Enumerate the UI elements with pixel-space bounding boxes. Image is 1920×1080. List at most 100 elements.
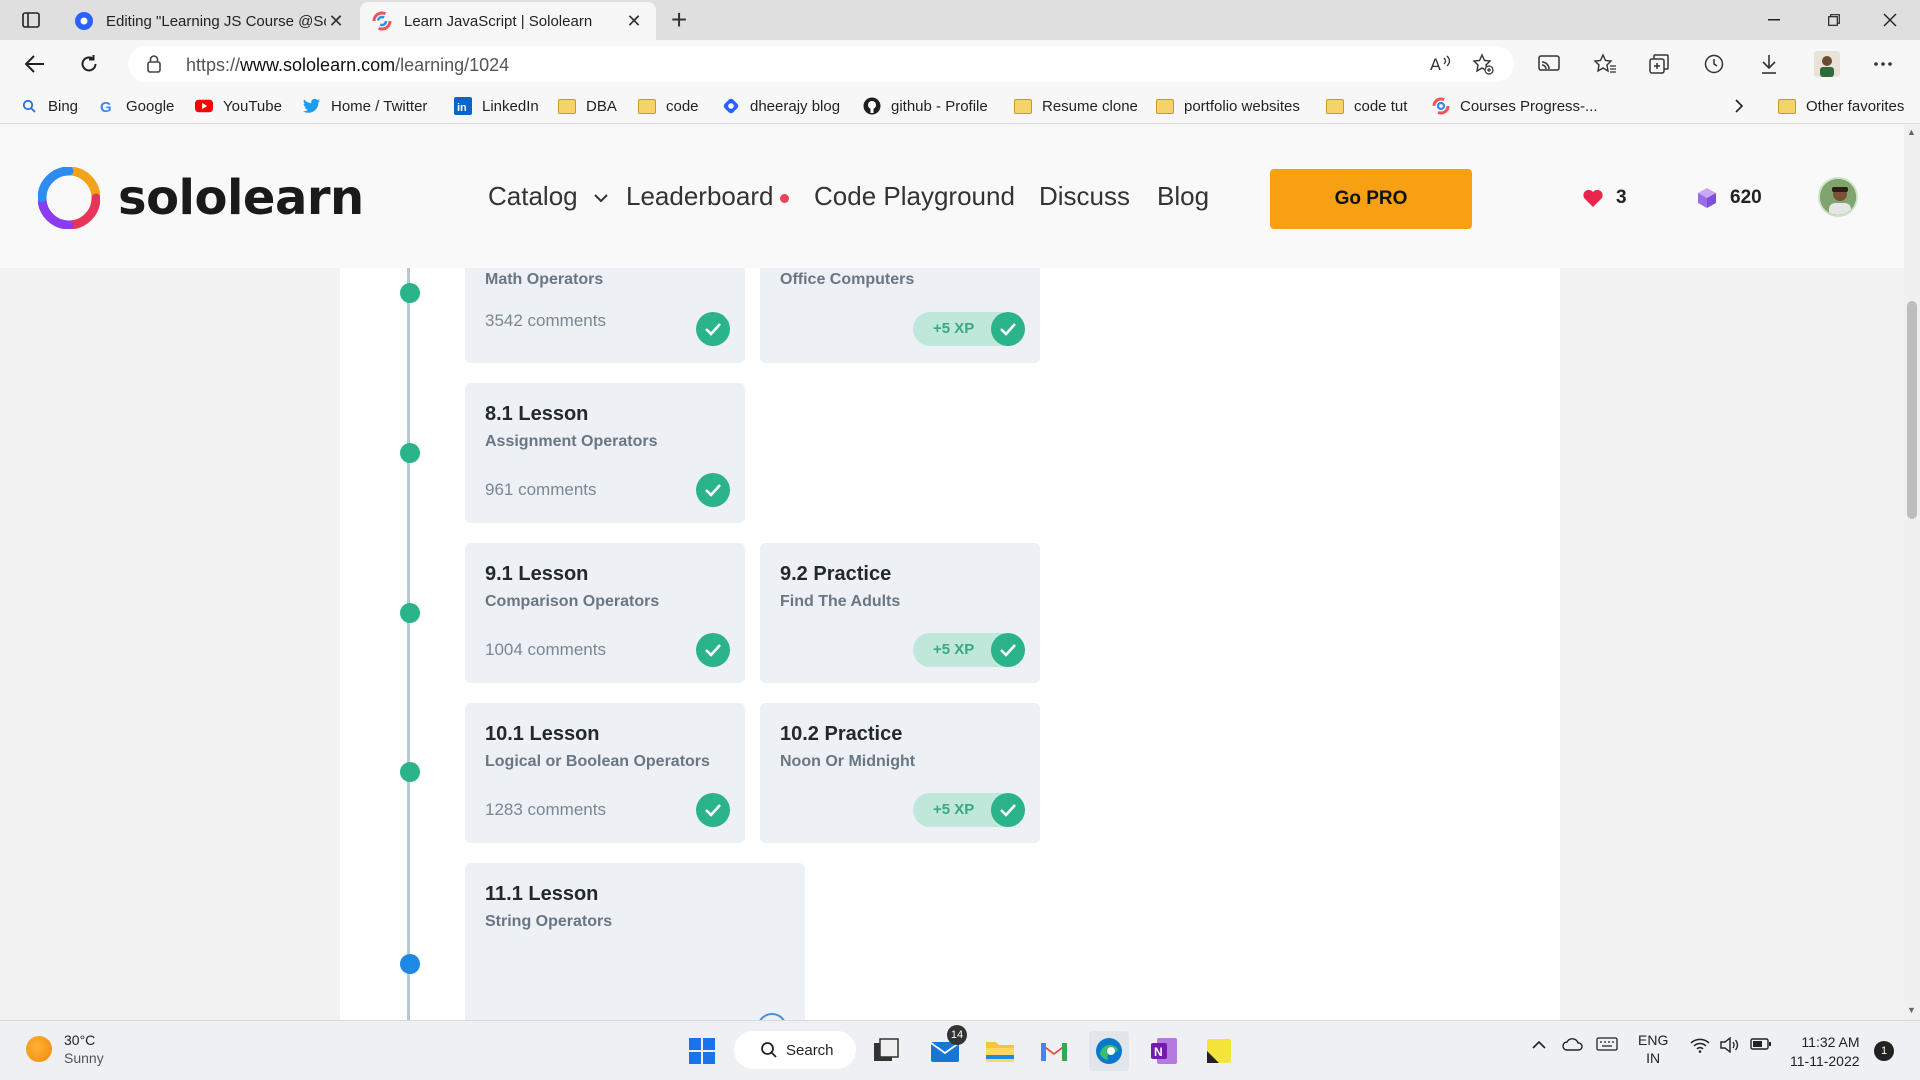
add-favorite-icon[interactable] — [1470, 52, 1496, 76]
cast-icon[interactable] — [1532, 48, 1566, 80]
practice-title: 10.2 Practice — [780, 723, 903, 745]
favorite-folder-portfolio[interactable]: portfolio websites — [1156, 94, 1300, 118]
notification-dot — [780, 194, 789, 203]
keyboard-icon[interactable] — [1596, 1037, 1618, 1054]
check-icon — [991, 312, 1025, 346]
notification-badge[interactable]: 1 — [1874, 1041, 1894, 1061]
favorite-courses-progress[interactable]: Courses Progress-... — [1432, 94, 1598, 118]
scroll-up-icon[interactable]: ▲ — [1907, 127, 1916, 137]
lesson-subtitle: Math Operators — [485, 271, 604, 288]
favorite-folder-code[interactable]: code — [638, 94, 699, 118]
hashnode-icon — [74, 11, 94, 31]
hearts-counter[interactable]: 3 — [1582, 187, 1627, 209]
new-tab-button[interactable]: + — [664, 6, 694, 36]
lesson-card-9-1[interactable]: 9.1 Lesson Comparison Operators 1004 com… — [465, 543, 745, 683]
linkedin-icon: in — [454, 97, 472, 115]
scrollbar-thumb[interactable] — [1907, 301, 1917, 519]
folder-icon — [638, 97, 656, 115]
battery-icon[interactable] — [1750, 1037, 1772, 1054]
collections-icon[interactable] — [1642, 48, 1676, 80]
folder-icon — [558, 97, 576, 115]
scroll-down-icon[interactable]: ▼ — [1907, 1005, 1916, 1015]
practice-card-9-2[interactable]: 9.2 Practice Find The Adults +5 XP — [760, 543, 1040, 683]
google-icon: G — [98, 97, 116, 115]
language-indicator[interactable]: ENG IN — [1638, 1031, 1668, 1067]
favorites-overflow-chevron-icon[interactable] — [1734, 94, 1744, 118]
close-tab-icon[interactable]: ✕ — [624, 11, 644, 32]
sololearn-logo[interactable]: sololearn — [38, 167, 364, 229]
favorite-folder-resume[interactable]: Resume clone — [1014, 94, 1138, 118]
show-hidden-icons-chevron-icon[interactable] — [1532, 1037, 1546, 1053]
history-icon[interactable] — [1697, 48, 1731, 80]
mail-icon[interactable]: 14 — [925, 1025, 967, 1071]
tab-actions-icon[interactable] — [14, 8, 48, 32]
favorite-other[interactable]: Other favorites — [1778, 94, 1904, 118]
close-tab-icon[interactable]: ✕ — [326, 11, 346, 32]
nav-discuss[interactable]: Discuss — [1039, 181, 1130, 212]
read-aloud-icon[interactable]: A — [1428, 52, 1454, 76]
url-text: https://www.sololearn.com/learning/1024 — [186, 55, 510, 75]
lesson-card-11-1[interactable]: 11.1 Lesson String Operators — [465, 863, 805, 1020]
nav-catalog[interactable]: Catalog — [488, 181, 609, 212]
sun-icon — [26, 1036, 52, 1062]
volume-icon[interactable] — [1720, 1036, 1740, 1056]
favorite-bing[interactable]: Bing — [20, 94, 78, 118]
file-explorer-icon[interactable] — [980, 1031, 1020, 1071]
tab-sololearn[interactable]: Learn JavaScript | Sololearn ✕ — [360, 2, 656, 40]
download-icon[interactable] — [1752, 48, 1786, 80]
windows-start-icon[interactable] — [682, 1031, 722, 1071]
nav-blog[interactable]: Blog — [1157, 181, 1209, 212]
lesson-subtitle: String Operators — [485, 913, 613, 930]
user-avatar[interactable] — [1818, 177, 1858, 217]
refresh-icon[interactable] — [72, 48, 106, 80]
practice-card-10-2[interactable]: 10.2 Practice Noon Or Midnight +5 XP — [760, 703, 1040, 843]
comments-count[interactable]: 961 comments — [485, 480, 597, 500]
lesson-card-10-1[interactable]: 10.1 Lesson Logical or Boolean Operators… — [465, 703, 745, 843]
favorite-folder-code-tut[interactable]: code tut — [1326, 94, 1407, 118]
search-icon — [761, 1042, 777, 1058]
onenote-icon[interactable]: N — [1144, 1031, 1184, 1071]
minimize-icon[interactable] — [1746, 4, 1802, 36]
wifi-icon[interactable] — [1690, 1037, 1710, 1056]
favorite-google[interactable]: G Google — [98, 94, 174, 118]
favorite-folder-dba[interactable]: DBA — [558, 94, 617, 118]
nav-leaderboard[interactable]: Leaderboard — [626, 181, 773, 212]
comments-count[interactable]: 3542 comments — [485, 311, 606, 331]
task-view-icon[interactable] — [866, 1031, 906, 1071]
restore-icon[interactable] — [1806, 4, 1862, 36]
weather-widget[interactable]: 30°C Sunny — [26, 1031, 104, 1067]
lesson-card-8-1[interactable]: 8.1 Lesson Assignment Operators 961 comm… — [465, 383, 745, 523]
windows-taskbar: 30°C Sunny Search 14 N ENG IN 11:32 AM 1… — [0, 1020, 1920, 1080]
system-clock[interactable]: 11:32 AM 11-11-2022 — [1790, 1033, 1860, 1071]
bits-counter[interactable]: 620 — [1696, 187, 1762, 209]
favorite-github[interactable]: github - Profile — [863, 94, 988, 118]
tab-editing[interactable]: Editing "Learning JS Course @So ✕ — [62, 2, 358, 40]
favorites-icon[interactable] — [1588, 48, 1622, 80]
sticky-notes-icon[interactable] — [1199, 1031, 1239, 1071]
more-options-icon[interactable] — [1866, 48, 1900, 80]
back-icon[interactable] — [18, 48, 52, 80]
favorite-linkedin[interactable]: in LinkedIn — [454, 94, 539, 118]
tab-strip: Editing "Learning JS Course @So ✕ Learn … — [0, 0, 1920, 40]
onedrive-icon[interactable] — [1562, 1037, 1584, 1054]
nav-code-playground[interactable]: Code Playground — [814, 181, 1015, 212]
check-icon — [696, 473, 730, 507]
favorite-blog[interactable]: dheerajy blog — [722, 94, 840, 118]
edge-browser-icon[interactable] — [1089, 1031, 1129, 1071]
taskbar-search[interactable]: Search — [734, 1031, 856, 1069]
favorite-youtube[interactable]: YouTube — [195, 94, 282, 118]
address-bar[interactable]: https://www.sololearn.com/learning/1024 … — [128, 46, 1514, 82]
folder-icon — [1014, 97, 1032, 115]
page-scrollbar[interactable]: ▲ ▼ — [1904, 125, 1920, 1020]
go-pro-button[interactable]: Go PRO — [1270, 169, 1472, 229]
timeline-node-complete — [400, 283, 420, 303]
sololearn-logo-icon — [38, 167, 100, 229]
gmail-icon[interactable] — [1034, 1031, 1074, 1071]
close-window-icon[interactable] — [1862, 4, 1918, 36]
comments-count[interactable]: 1004 comments — [485, 640, 606, 660]
profile-avatar[interactable] — [1810, 48, 1844, 80]
timeline-node-complete — [400, 603, 420, 623]
lock-icon[interactable] — [146, 54, 162, 79]
favorite-twitter[interactable]: Home / Twitter — [303, 94, 427, 118]
comments-count[interactable]: 1283 comments — [485, 800, 606, 820]
